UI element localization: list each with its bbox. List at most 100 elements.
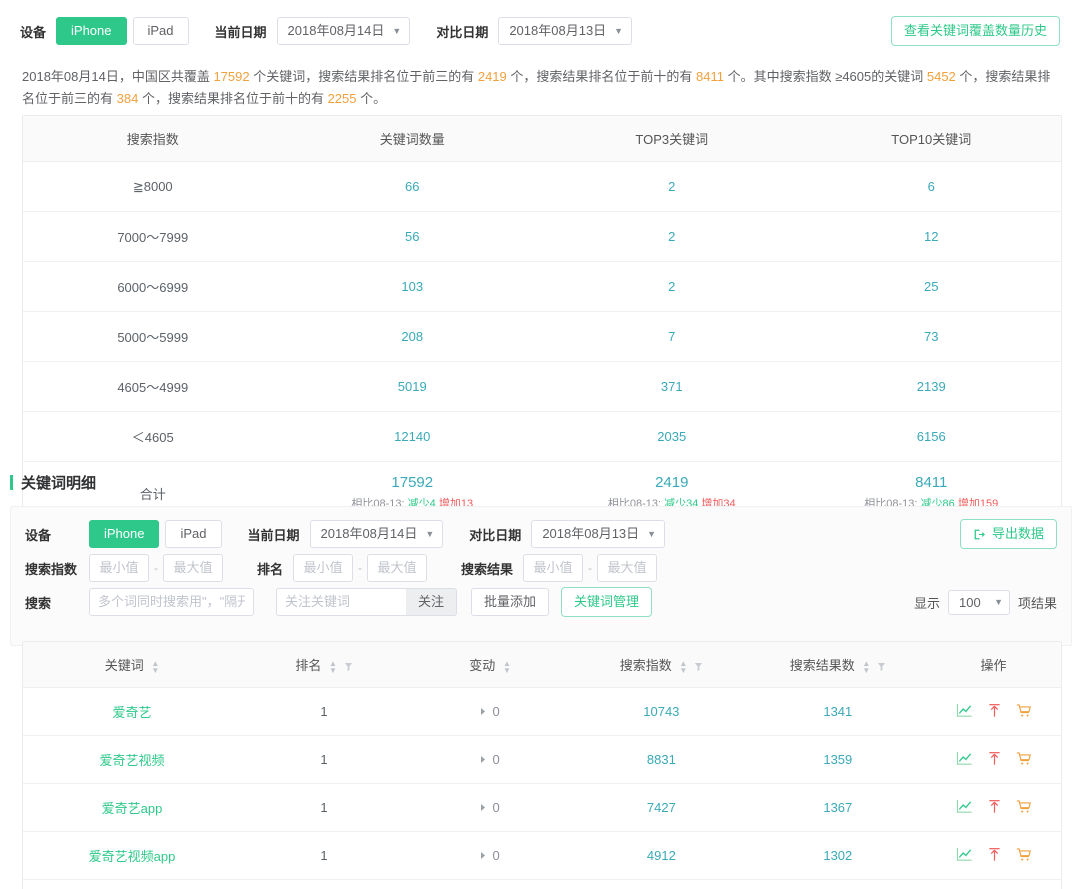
sort-icon[interactable]: ▲ ▼ [862,659,870,674]
cell-count[interactable]: 103 [282,261,542,312]
total-top3-value: 2419 [655,474,689,492]
detail-compare-date-select[interactable]: 2018年08月13日 ▼ [531,520,666,548]
detail-device-iphone-button[interactable]: iPhone [89,520,160,548]
keyword-manage-button[interactable]: 关键词管理 [561,587,653,617]
cell-actions [926,831,1061,880]
cell-top3[interactable]: 7 [542,311,802,362]
change-value: 0 [492,752,500,767]
batch-add-button[interactable]: 批量添加 [471,588,550,616]
search-input[interactable] [89,588,254,616]
filter-icon[interactable] [694,662,703,672]
keyword-detail-table: 关键词 ▲ ▼ 排名 ▲ ▼ 变动 ▲ ▼ 搜索指数 ▲ ▼ 搜索结果数 ▲ ▼… [23,642,1061,889]
cell-actions [926,687,1061,736]
search-index-min-input[interactable] [89,554,149,582]
trend-chart-icon[interactable] [956,703,973,718]
search-index-max-input[interactable] [163,554,223,582]
keyword-coverage-page: 设备 iPhone iPad 当前日期 2018年08月14日 ▼ 对比日期 2… [0,0,1080,889]
search-result-min-input[interactable] [523,554,584,582]
cell-range: 4605～4999 [23,361,283,412]
col-search-index[interactable]: 搜索指数 ▲ ▼ [573,642,750,688]
cell-count[interactable]: 208 [282,311,542,362]
sort-icon[interactable]: ▲ ▼ [679,659,687,674]
sort-icon[interactable]: ▲ ▼ [329,659,337,674]
col-result-count[interactable]: 搜索结果数 ▲ ▼ [749,642,927,688]
cell-count[interactable]: 56 [282,211,542,262]
table-row: 爱奇艺app 1 0 7427 1367 [23,783,1061,832]
view-coverage-history-button[interactable]: 查看关键词覆盖数量历史 [890,16,1060,46]
cell-rank: 1 [240,687,408,736]
cell-top10[interactable]: 6156 [801,411,1061,462]
col-keyword-label: 关键词 [104,658,144,673]
cell-top10[interactable]: 25 [801,261,1061,312]
cart-icon[interactable] [1016,799,1032,814]
col-keyword[interactable]: 关键词 ▲ ▼ [23,642,241,688]
pin-top-icon[interactable] [987,799,1002,814]
cart-icon[interactable] [1016,847,1032,862]
col-change[interactable]: 变动 ▲ ▼ [407,642,574,688]
cell-top3[interactable]: 2 [542,161,802,212]
keyword-filter-panel: 设备 iPhone iPad 当前日期 2018年08月14日 ▼ 对比日期 2… [10,506,1072,646]
follow-button[interactable]: 关注 [406,588,458,616]
cell-top10[interactable]: 2139 [801,361,1061,412]
trend-chart-icon[interactable] [956,847,973,862]
show-count-select[interactable]: 100 ▼ [947,589,1010,615]
cell-top3[interactable]: 371 [542,361,802,412]
pin-top-icon[interactable] [987,751,1002,766]
filter-icon[interactable] [344,662,353,672]
search-index-table-body: ≧8000 66 2 6 7000～7999 56 2 12 6000～6999… [23,161,1061,525]
current-date-select[interactable]: 2018年08月14日 ▼ [276,17,411,45]
col-rank[interactable]: 排名 ▲ ▼ [240,642,408,688]
cell-top3[interactable]: 2035 [542,411,802,462]
cell-rank: 1 [240,831,408,880]
cell-range: 6000～6999 [23,261,283,312]
cart-icon[interactable] [1016,751,1032,766]
current-date-group: 当前日期 2018年08月14日 ▼ [215,17,411,45]
detail-device-ipad-button[interactable]: iPad [165,520,222,548]
total-top10-value: 8411 [915,474,948,492]
cell-keyword[interactable]: 爱奇艺视频 [23,735,241,784]
sort-icon[interactable]: ▲ ▼ [503,659,511,674]
follow-keyword-input[interactable] [276,588,406,616]
summary-top3: 2419 [477,69,507,84]
cell-keyword[interactable]: 爱奇艺 [23,687,241,736]
export-data-button[interactable]: 导出数据 [959,519,1057,549]
cell-count[interactable]: 12140 [282,411,542,462]
cell-range: 5000～5999 [23,311,283,362]
device-iphone-button[interactable]: iPhone [56,17,127,45]
cell-top3[interactable]: 2 [542,261,802,312]
cell-count[interactable]: 5019 [282,361,542,412]
cell-top10[interactable]: 73 [801,311,1061,362]
table-row: 爱奇艺视频app 1 0 4912 1302 [23,831,1061,880]
cell-keyword[interactable]: 爱奇艺视频app [23,831,241,880]
summary-high-index-top3: 384 [116,91,139,106]
search-result-max-input[interactable] [597,554,658,582]
chevron-down-icon: ▼ [994,597,1003,607]
table-row: ＜4605 12140 2035 6156 [23,411,1061,462]
rank-filter-label: 排名 [257,561,284,577]
row-action-group [956,847,1032,862]
device-ipad-button[interactable]: iPad [132,17,189,45]
pin-top-icon[interactable] [987,847,1002,862]
sort-icon[interactable]: ▲ ▼ [151,659,159,674]
search-index-table-card: 搜索指数 关键词数量 TOP3关键词 TOP10关键词 ≧8000 66 2 6… [22,115,1062,526]
cell-result-count: 1341 [749,687,927,736]
cell-top10[interactable]: 12 [801,211,1061,262]
rank-max-input[interactable] [367,554,428,582]
cell-search-index: 10743 [573,687,750,736]
filter-icon[interactable] [877,662,886,672]
cell-keyword[interactable]: 爱奇艺app [23,783,241,832]
pin-top-icon[interactable] [987,703,1002,718]
rank-min-input[interactable] [293,554,354,582]
table-row: ≧8000 66 2 6 [23,161,1061,212]
cell-top3[interactable]: 2 [542,211,802,262]
detail-current-date-select[interactable]: 2018年08月14日 ▼ [309,520,444,548]
trend-chart-icon[interactable] [956,751,973,766]
cell-top10[interactable]: 6 [801,161,1061,212]
compare-date-select[interactable]: 2018年08月13日 ▼ [498,17,633,45]
cell-count[interactable]: 66 [282,161,542,212]
search-index-filter-label: 搜索指数 [25,561,78,577]
cart-icon[interactable] [1016,703,1032,718]
cell-range: 7000～7999 [23,211,283,262]
row-action-group [956,703,1032,718]
trend-chart-icon[interactable] [956,799,973,814]
